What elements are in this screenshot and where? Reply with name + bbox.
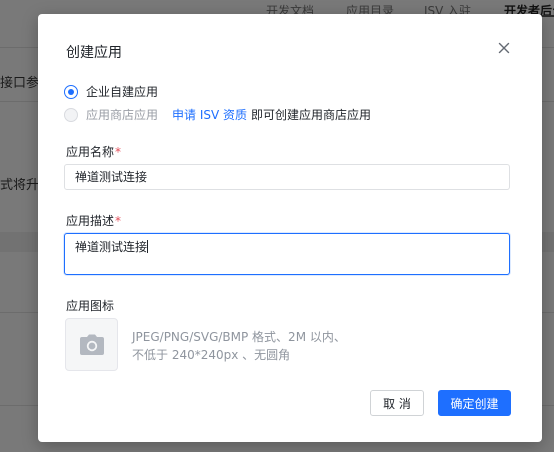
camera-icon bbox=[79, 334, 104, 355]
app-icon-label: 应用图标 bbox=[66, 299, 115, 313]
app-name-label-text: 应用名称 bbox=[66, 145, 115, 159]
radio-button-disabled bbox=[64, 107, 78, 122]
app-description-textarea[interactable]: 禅道测试连接 bbox=[64, 233, 510, 275]
radio-button-checked[interactable] bbox=[64, 84, 78, 99]
radio-option-label: 企业自建应用 bbox=[86, 85, 159, 99]
app-name-input-value: 禅道测试连接 bbox=[75, 170, 148, 184]
confirm-create-button[interactable]: 确定创建 bbox=[438, 390, 511, 416]
app-description-label: 应用描述* bbox=[66, 212, 121, 229]
app-name-input[interactable]: 禅道测试连接 bbox=[64, 164, 510, 190]
radio-option-custom-app[interactable]: 企业自建应用 bbox=[64, 83, 158, 100]
isv-hint-text: 即可创建应用商店应用 bbox=[251, 108, 372, 122]
apply-isv-link[interactable]: 申请 ISV 资质 bbox=[172, 106, 247, 123]
required-mark: * bbox=[115, 214, 122, 228]
required-mark: * bbox=[115, 145, 122, 159]
upload-hint-line: JPEG/PNG/SVG/BMP 格式、2M 以内、 bbox=[132, 330, 346, 344]
upload-hint-line: 不低于 240*240px 、无圆角 bbox=[132, 348, 291, 362]
radio-option-store-app: 应用商店应用 申请 ISV 资质 即可创建应用商店应用 bbox=[64, 106, 371, 123]
radio-option-label: 应用商店应用 bbox=[86, 108, 159, 122]
app-name-label: 应用名称* bbox=[66, 143, 121, 160]
app-description-value: 禅道测试连接 bbox=[75, 240, 148, 254]
close-icon bbox=[498, 42, 510, 54]
app-description-label-text: 应用描述 bbox=[66, 214, 115, 228]
close-button[interactable] bbox=[496, 40, 512, 56]
create-app-dialog: 创建应用 企业自建应用 应用商店应用 申请 ISV 资质 即可创建应用商店应用 … bbox=[38, 14, 542, 442]
text-caret bbox=[147, 240, 149, 253]
dialog-title: 创建应用 bbox=[66, 45, 122, 61]
icon-upload-button[interactable] bbox=[65, 318, 118, 371]
cancel-button[interactable]: 取 消 bbox=[370, 390, 424, 416]
